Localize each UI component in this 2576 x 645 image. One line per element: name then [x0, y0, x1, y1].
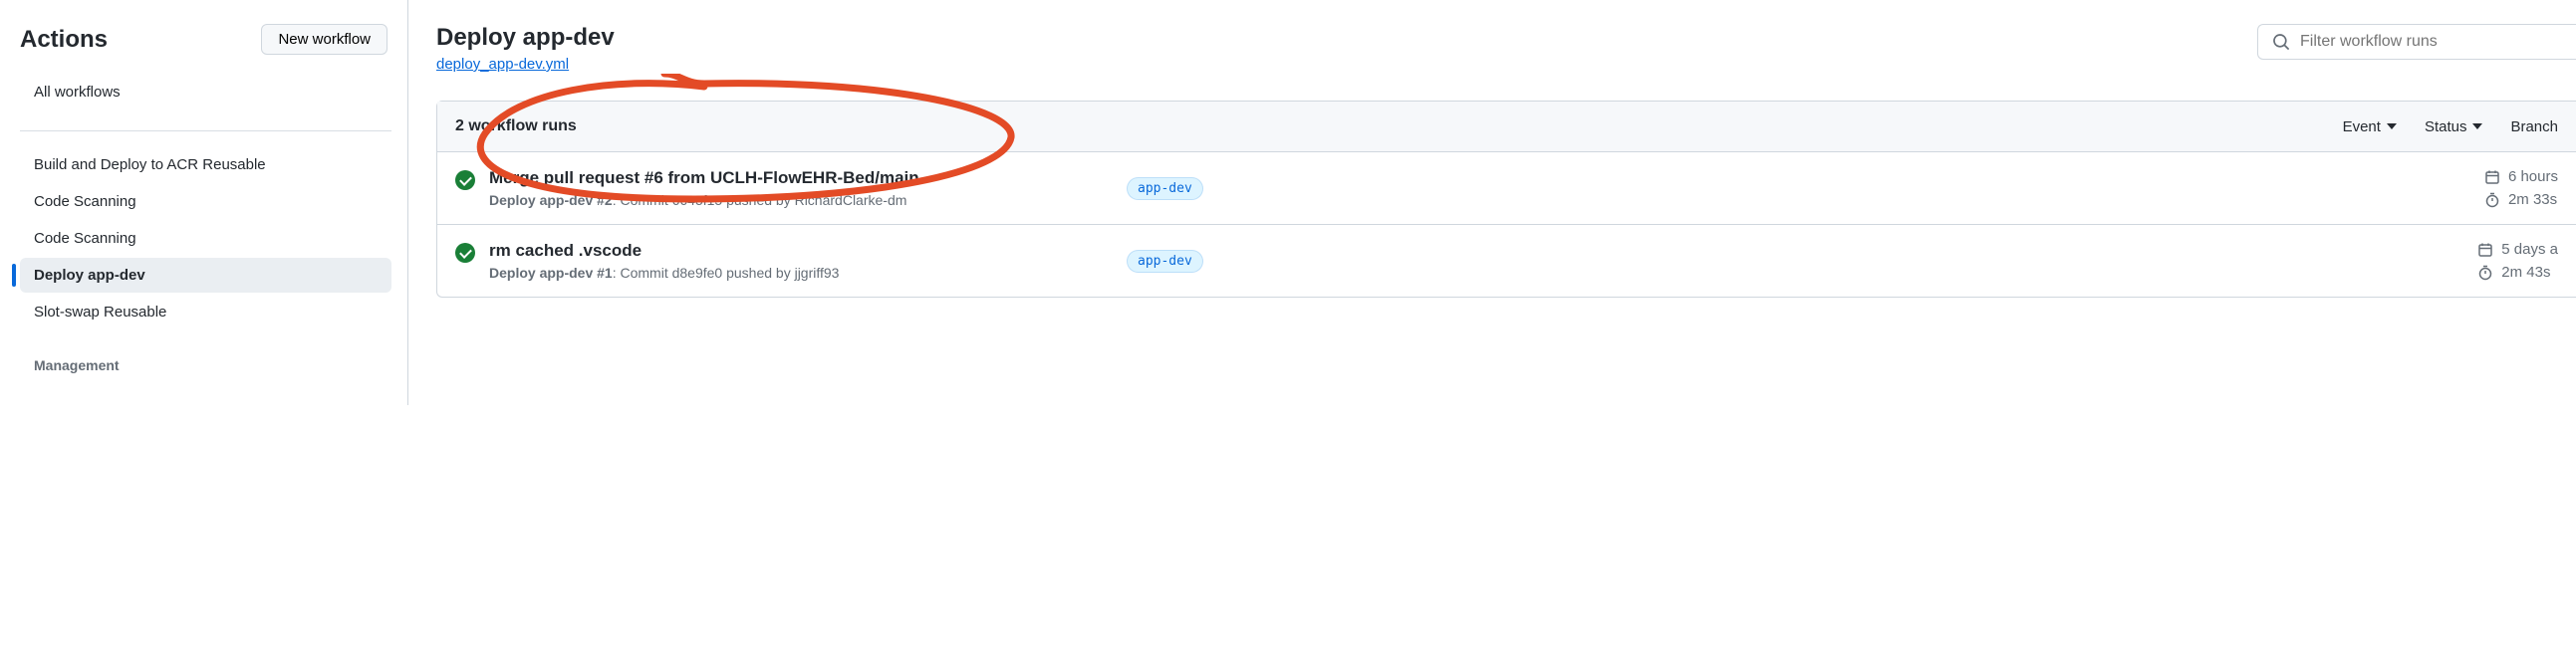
run-subtitle: Deploy app-dev #1: Commit d8e9fe0 pushed…: [489, 265, 1127, 281]
run-age: 6 hours: [2484, 168, 2558, 185]
branch-filter-label: Branch: [2510, 118, 2558, 135]
run-title[interactable]: Merge pull request #6 from UCLH-FlowEHR-…: [489, 168, 1127, 188]
sidebar-item-workflow[interactable]: Code Scanning: [20, 184, 391, 219]
caret-down-icon: [2472, 123, 2482, 129]
stopwatch-icon: [2477, 265, 2493, 281]
run-duration: 2m 33s: [2484, 191, 2558, 208]
stopwatch-icon: [2484, 192, 2500, 208]
branch-badge[interactable]: app-dev: [1127, 250, 1203, 273]
branch-filter-dropdown[interactable]: Branch: [2496, 118, 2558, 135]
workflow-run-row[interactable]: Merge pull request #6 from UCLH-FlowEHR-…: [437, 152, 2576, 225]
actions-heading: Actions: [20, 26, 108, 54]
sidebar-item-all-workflows[interactable]: All workflows: [20, 75, 391, 109]
status-filter-label: Status: [2425, 118, 2467, 135]
success-status-icon: [455, 170, 475, 190]
new-workflow-button[interactable]: New workflow: [261, 24, 387, 55]
status-filter-dropdown[interactable]: Status: [2411, 118, 2497, 135]
success-status-icon: [455, 243, 475, 263]
run-subtitle: Deploy app-dev #2: Commit 6645f15 pushed…: [489, 192, 1127, 208]
runs-count-label: 2 workflow runs: [455, 117, 2329, 135]
branch-badge[interactable]: app-dev: [1127, 177, 1203, 200]
workflow-file-link[interactable]: deploy_app-dev.yml: [436, 56, 569, 73]
sidebar-item-workflow[interactable]: Deploy app-dev: [20, 258, 391, 293]
event-filter-label: Event: [2343, 118, 2381, 135]
calendar-icon: [2477, 242, 2493, 258]
run-title[interactable]: rm cached .vscode: [489, 241, 1127, 261]
run-duration: 2m 43s: [2477, 264, 2558, 281]
caret-down-icon: [2387, 123, 2397, 129]
sidebar-item-workflow[interactable]: Code Scanning: [20, 221, 391, 256]
run-age: 5 days a: [2477, 241, 2558, 258]
filter-runs-input[interactable]: [2300, 33, 2562, 51]
sidebar-item-workflow[interactable]: Build and Deploy to ACR Reusable: [20, 147, 391, 182]
sidebar-management-label: Management: [20, 349, 391, 381]
event-filter-dropdown[interactable]: Event: [2329, 118, 2411, 135]
page-title: Deploy app-dev: [436, 24, 615, 52]
workflow-run-row[interactable]: rm cached .vscode Deploy app-dev #1: Com…: [437, 225, 2576, 297]
sidebar-item-workflow[interactable]: Slot-swap Reusable: [20, 295, 391, 329]
filter-runs-field[interactable]: [2257, 24, 2576, 60]
calendar-icon: [2484, 169, 2500, 185]
search-icon: [2272, 33, 2290, 51]
